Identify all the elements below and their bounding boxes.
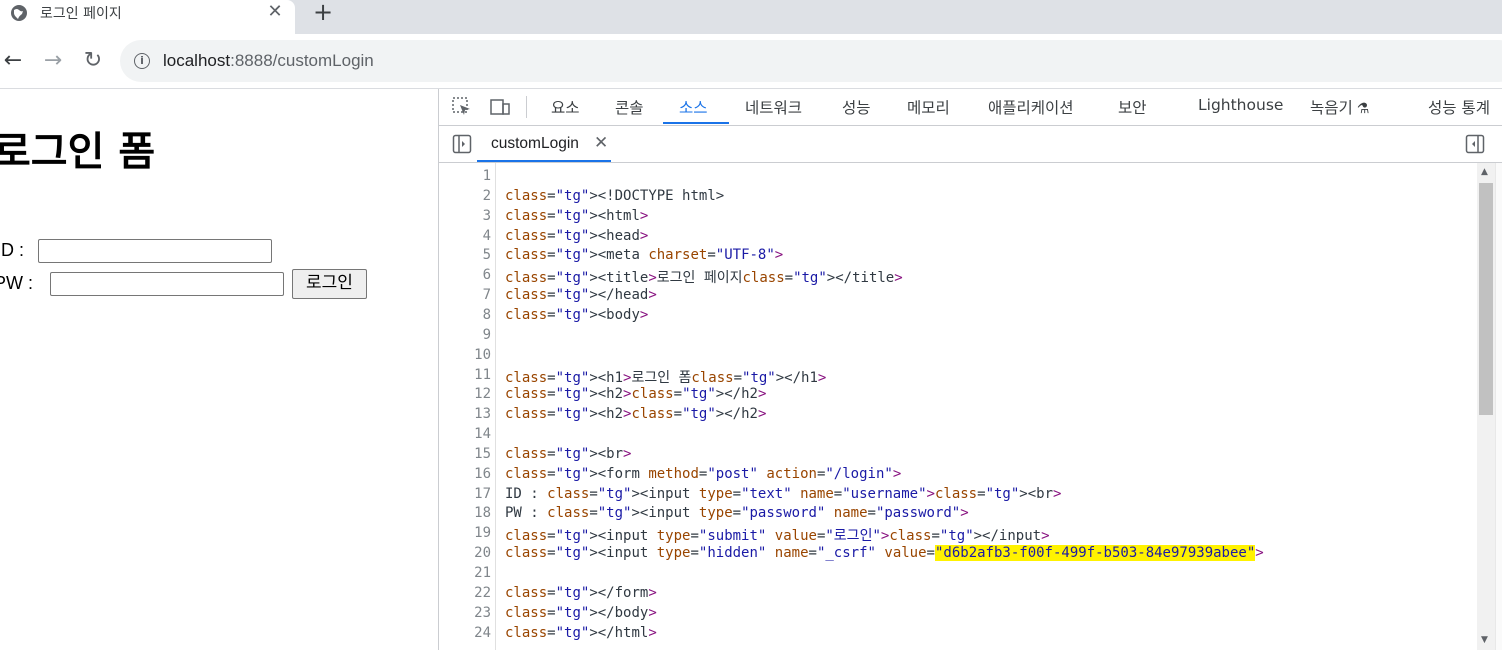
line-number[interactable]: 13 bbox=[451, 406, 491, 422]
line-number[interactable]: 8 bbox=[451, 307, 491, 323]
url-text[interactable]: localhost:8888/customLogin bbox=[163, 51, 374, 71]
line-number[interactable]: 6 bbox=[451, 267, 491, 283]
active-tab-indicator bbox=[663, 122, 729, 124]
line-number[interactable]: 10 bbox=[451, 347, 491, 363]
code-line: PW : class="tg"><input type="password" n… bbox=[505, 505, 969, 522]
line-number[interactable]: 20 bbox=[451, 545, 491, 561]
tab-elements[interactable]: 요소 bbox=[551, 96, 580, 118]
line-number[interactable]: 18 bbox=[451, 505, 491, 521]
line-number[interactable]: 4 bbox=[451, 228, 491, 244]
tab-network[interactable]: 네트워크 bbox=[745, 96, 802, 118]
tab-sources[interactable]: 소스 bbox=[679, 96, 708, 118]
code-line: class="tg"><!DOCTYPE html> bbox=[505, 187, 725, 204]
back-arrow-icon[interactable]: ← bbox=[0, 48, 26, 74]
id-label: ID : bbox=[0, 240, 25, 260]
tab-performance-insights[interactable]: 성능 통계 bbox=[1428, 96, 1490, 118]
scroll-down-icon[interactable]: ▼ bbox=[1481, 635, 1488, 645]
toolbar-divider bbox=[526, 96, 527, 118]
tab-lighthouse[interactable]: Lighthouse bbox=[1198, 96, 1283, 114]
show-debugger-icon[interactable] bbox=[1465, 134, 1485, 154]
tab-memory[interactable]: 메모리 bbox=[907, 96, 950, 118]
line-number[interactable]: 21 bbox=[451, 565, 491, 581]
flask-icon: ⚗ bbox=[1356, 101, 1370, 117]
line-number[interactable]: 5 bbox=[451, 247, 491, 263]
scrollbar-thumb[interactable] bbox=[1479, 183, 1493, 415]
code-line: class="tg"><h2>class="tg"></h2> bbox=[505, 386, 767, 403]
code-line: class="tg"><meta charset="UTF-8"> bbox=[505, 247, 784, 264]
pw-label: PW : bbox=[0, 273, 33, 293]
line-number[interactable]: 3 bbox=[451, 208, 491, 224]
code-line: class="tg"><h1>로그인 폼class="tg"></h1> bbox=[505, 369, 827, 386]
panel-edge bbox=[1495, 163, 1502, 650]
close-file-icon[interactable]: ✕ bbox=[594, 133, 608, 153]
line-number[interactable]: 22 bbox=[451, 585, 491, 601]
url-path: :8888/customLogin bbox=[230, 51, 374, 70]
inspect-element-icon[interactable] bbox=[451, 96, 473, 118]
tab-security[interactable]: 보안 bbox=[1118, 96, 1147, 118]
site-info-icon[interactable]: i bbox=[134, 53, 150, 69]
devtools-main-toolbar: 요소 콘솔 소스 네트워크 성능 메모리 애플리케이션 보안 Lighthous… bbox=[439, 89, 1502, 126]
editor-scrollbar[interactable]: ▲ ▼ bbox=[1477, 163, 1495, 650]
show-navigator-icon[interactable] bbox=[452, 134, 472, 154]
line-number[interactable]: 17 bbox=[451, 486, 491, 502]
new-tab-button[interactable]: + bbox=[312, 0, 334, 24]
code-editor[interactable]: class="tg"><!DOCTYPE html> class="tg"><ht… bbox=[505, 163, 1475, 650]
file-tab-customLogin[interactable]: customLogin ✕ bbox=[477, 126, 611, 162]
line-number[interactable]: 16 bbox=[451, 466, 491, 482]
reload-icon[interactable]: ↻ bbox=[80, 48, 106, 74]
page-viewport: 로그인 폼 ID : PW : 로그인 bbox=[0, 89, 438, 650]
code-line: class="tg"><html> bbox=[505, 207, 649, 224]
code-line: class="tg"></head> bbox=[505, 287, 657, 304]
tab-strip: 로그인 페이지 ✕ + bbox=[0, 0, 1502, 34]
code-line: class="tg"><head> bbox=[505, 227, 649, 244]
code-line: ID : class="tg"><input type="text" name=… bbox=[505, 485, 1062, 502]
code-line: class="tg"><input type="hidden" name="_c… bbox=[505, 545, 1264, 562]
devtools-panel: 요소 콘솔 소스 네트워크 성능 메모리 애플리케이션 보안 Lighthous… bbox=[438, 89, 1502, 650]
tab-console[interactable]: 콘솔 bbox=[615, 96, 644, 118]
url-host: localhost bbox=[163, 51, 231, 70]
line-number[interactable]: 24 bbox=[451, 625, 491, 641]
code-line: class="tg"></html> bbox=[505, 624, 657, 641]
tab-recorder-label: 녹음기 bbox=[1310, 99, 1353, 117]
line-number-gutter: 1 2 3 4 5 6 7 8 9 10 11 12 13 14 15 16 17 18 19 20 21 22 23 24 bbox=[439, 163, 496, 650]
code-line: class="tg"><br> bbox=[505, 445, 632, 462]
code-line: class="tg"><input type="submit" value="로… bbox=[505, 528, 1050, 545]
file-tab-label: customLogin bbox=[491, 135, 579, 152]
scroll-up-icon[interactable]: ▲ bbox=[1481, 167, 1488, 177]
login-button[interactable]: 로그인 bbox=[292, 269, 367, 299]
code-line: class="tg"><form method="post" action="/… bbox=[505, 465, 902, 482]
line-number[interactable]: 1 bbox=[451, 168, 491, 184]
line-number[interactable]: 9 bbox=[451, 327, 491, 343]
line-number[interactable]: 15 bbox=[451, 446, 491, 462]
line-number[interactable]: 23 bbox=[451, 605, 491, 621]
code-line: class="tg"><title>로그인 페이지class="tg"></ti… bbox=[505, 270, 903, 287]
tab-title: 로그인 페이지 bbox=[40, 6, 122, 22]
password-input[interactable] bbox=[50, 272, 284, 296]
code-line: class="tg"></form> bbox=[505, 584, 657, 601]
close-tab-icon[interactable]: ✕ bbox=[266, 3, 284, 21]
username-input[interactable] bbox=[38, 239, 272, 263]
address-bar[interactable]: i localhost:8888/customLogin bbox=[120, 40, 1502, 82]
globe-icon bbox=[11, 5, 27, 21]
line-number[interactable]: 2 bbox=[451, 188, 491, 204]
tab-performance[interactable]: 성능 bbox=[842, 96, 871, 118]
tab-recorder[interactable]: 녹음기 ⚗ bbox=[1310, 96, 1369, 118]
file-tab-indicator bbox=[477, 160, 611, 162]
line-number[interactable]: 14 bbox=[451, 426, 491, 442]
code-line: class="tg"></body> bbox=[505, 604, 657, 621]
line-number[interactable]: 7 bbox=[451, 287, 491, 303]
code-line: class="tg"><h2>class="tg"></h2> bbox=[505, 406, 767, 423]
line-number[interactable]: 11 bbox=[451, 367, 491, 383]
line-number[interactable]: 19 bbox=[451, 525, 491, 541]
tab-application[interactable]: 애플리케이션 bbox=[988, 96, 1074, 118]
browser-tab[interactable]: 로그인 페이지 ✕ bbox=[0, 0, 295, 34]
device-toolbar-icon[interactable] bbox=[489, 96, 511, 118]
sources-editor-tabs: customLogin ✕ bbox=[439, 126, 1502, 163]
forward-arrow-icon[interactable]: → bbox=[40, 48, 66, 74]
code-line: class="tg"><body> bbox=[505, 306, 649, 323]
line-number[interactable]: 12 bbox=[451, 386, 491, 402]
browser-toolbar: ← → ↻ i localhost:8888/customLogin bbox=[0, 34, 1502, 89]
page-title: 로그인 폼 bbox=[0, 129, 156, 175]
